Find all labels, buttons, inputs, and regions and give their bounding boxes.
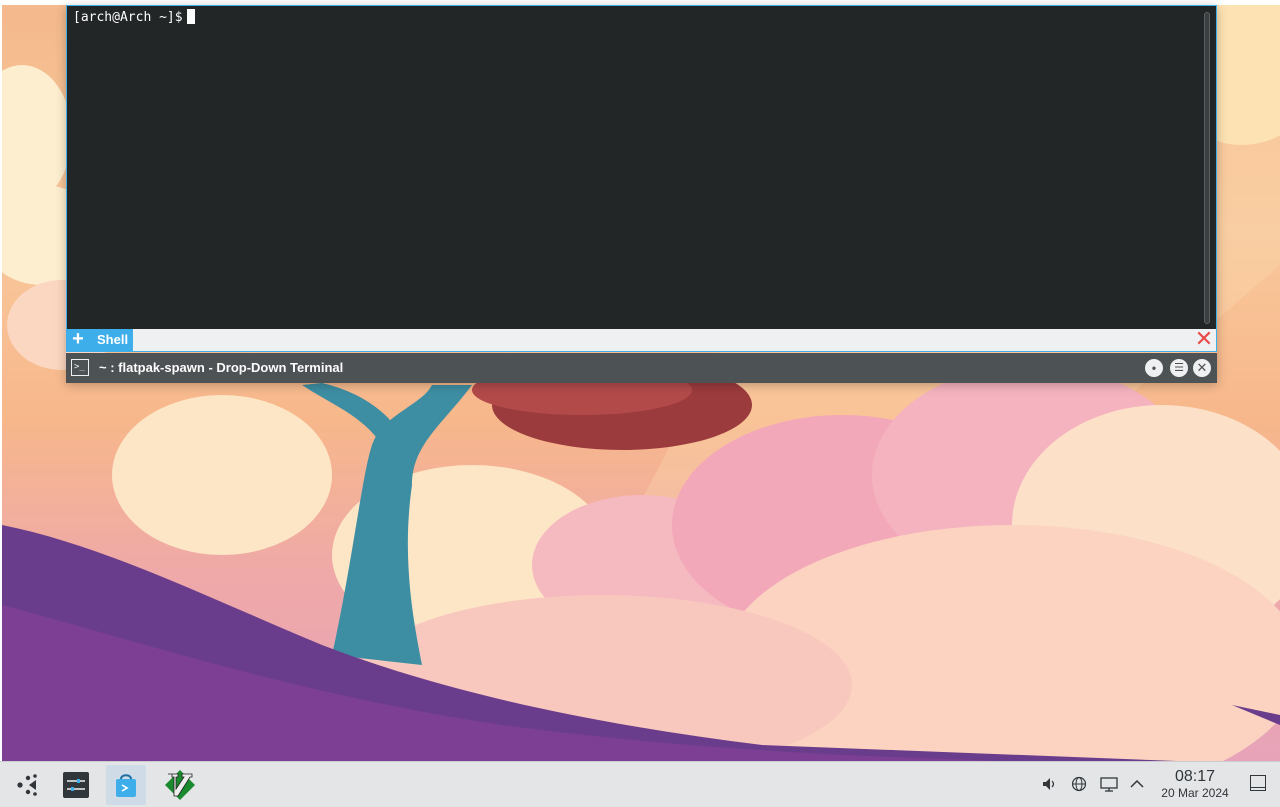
vim-icon xyxy=(165,770,195,800)
hamburger-menu-icon: ☰ xyxy=(1174,362,1184,374)
quit-button[interactable]: ✕ xyxy=(1193,359,1211,377)
terminal-tab-bar: + Shell ✕ xyxy=(66,328,1217,352)
terminal-title-bar[interactable]: >_ ~ : flatpak-spawn - Drop-Down Termina… xyxy=(66,353,1217,383)
store-taskbar-item[interactable] xyxy=(106,765,146,805)
network-globe-icon[interactable] xyxy=(1069,774,1089,794)
terminal-scrollbar[interactable] xyxy=(1204,12,1210,324)
speaker-icon xyxy=(1043,778,1055,790)
close-icon: ✕ xyxy=(1194,326,1214,351)
display-icon[interactable] xyxy=(1099,774,1119,794)
terminal-output-area[interactable]: [arch@Arch ~]$ xyxy=(66,5,1217,329)
close-tab-button[interactable]: ✕ xyxy=(1194,328,1214,350)
keep-open-button[interactable]: • xyxy=(1145,359,1163,377)
globe-icon xyxy=(1071,776,1087,792)
tab-shell-label: Shell xyxy=(97,332,129,347)
terminal-cursor xyxy=(186,9,195,24)
system-settings-icon xyxy=(63,772,89,798)
chevron-up-icon xyxy=(1130,779,1144,788)
terminal-prompt: [arch@Arch ~]$ xyxy=(73,10,183,25)
store-icon xyxy=(116,774,136,797)
close-circle-icon: ✕ xyxy=(1196,360,1208,375)
plus-icon: + xyxy=(72,328,84,350)
show-desktop-button[interactable] xyxy=(1250,775,1266,791)
clock-time[interactable]: 08:17 xyxy=(1157,768,1233,786)
terminal-app-icon: >_ xyxy=(71,359,89,376)
window-title: ~ : flatpak-spawn - Drop-Down Terminal xyxy=(99,360,344,375)
menu-button[interactable]: ☰ xyxy=(1170,359,1188,377)
system-settings-taskbar-item[interactable] xyxy=(56,765,96,805)
tray-expand-icon[interactable] xyxy=(1127,774,1147,794)
new-tab-button[interactable]: + xyxy=(67,329,89,351)
monitor-icon xyxy=(1100,777,1118,792)
application-launcher-icon xyxy=(17,774,37,796)
vim-taskbar-item[interactable] xyxy=(160,765,200,805)
terminal-prompt-line: [arch@Arch ~]$ xyxy=(73,9,195,25)
pin-dot-icon: • xyxy=(1151,361,1157,375)
application-launcher-button[interactable] xyxy=(8,765,48,805)
tab-shell[interactable]: Shell xyxy=(89,329,133,351)
clock-date[interactable]: 20 Mar 2024 xyxy=(1157,786,1233,800)
taskbar: 08:17 20 Mar 2024 xyxy=(0,761,1280,807)
volume-icon[interactable] xyxy=(1039,774,1059,794)
dropdown-terminal-window[interactable]: [arch@Arch ~]$ + Shell ✕ >_ ~ : flatpak-… xyxy=(66,5,1217,383)
